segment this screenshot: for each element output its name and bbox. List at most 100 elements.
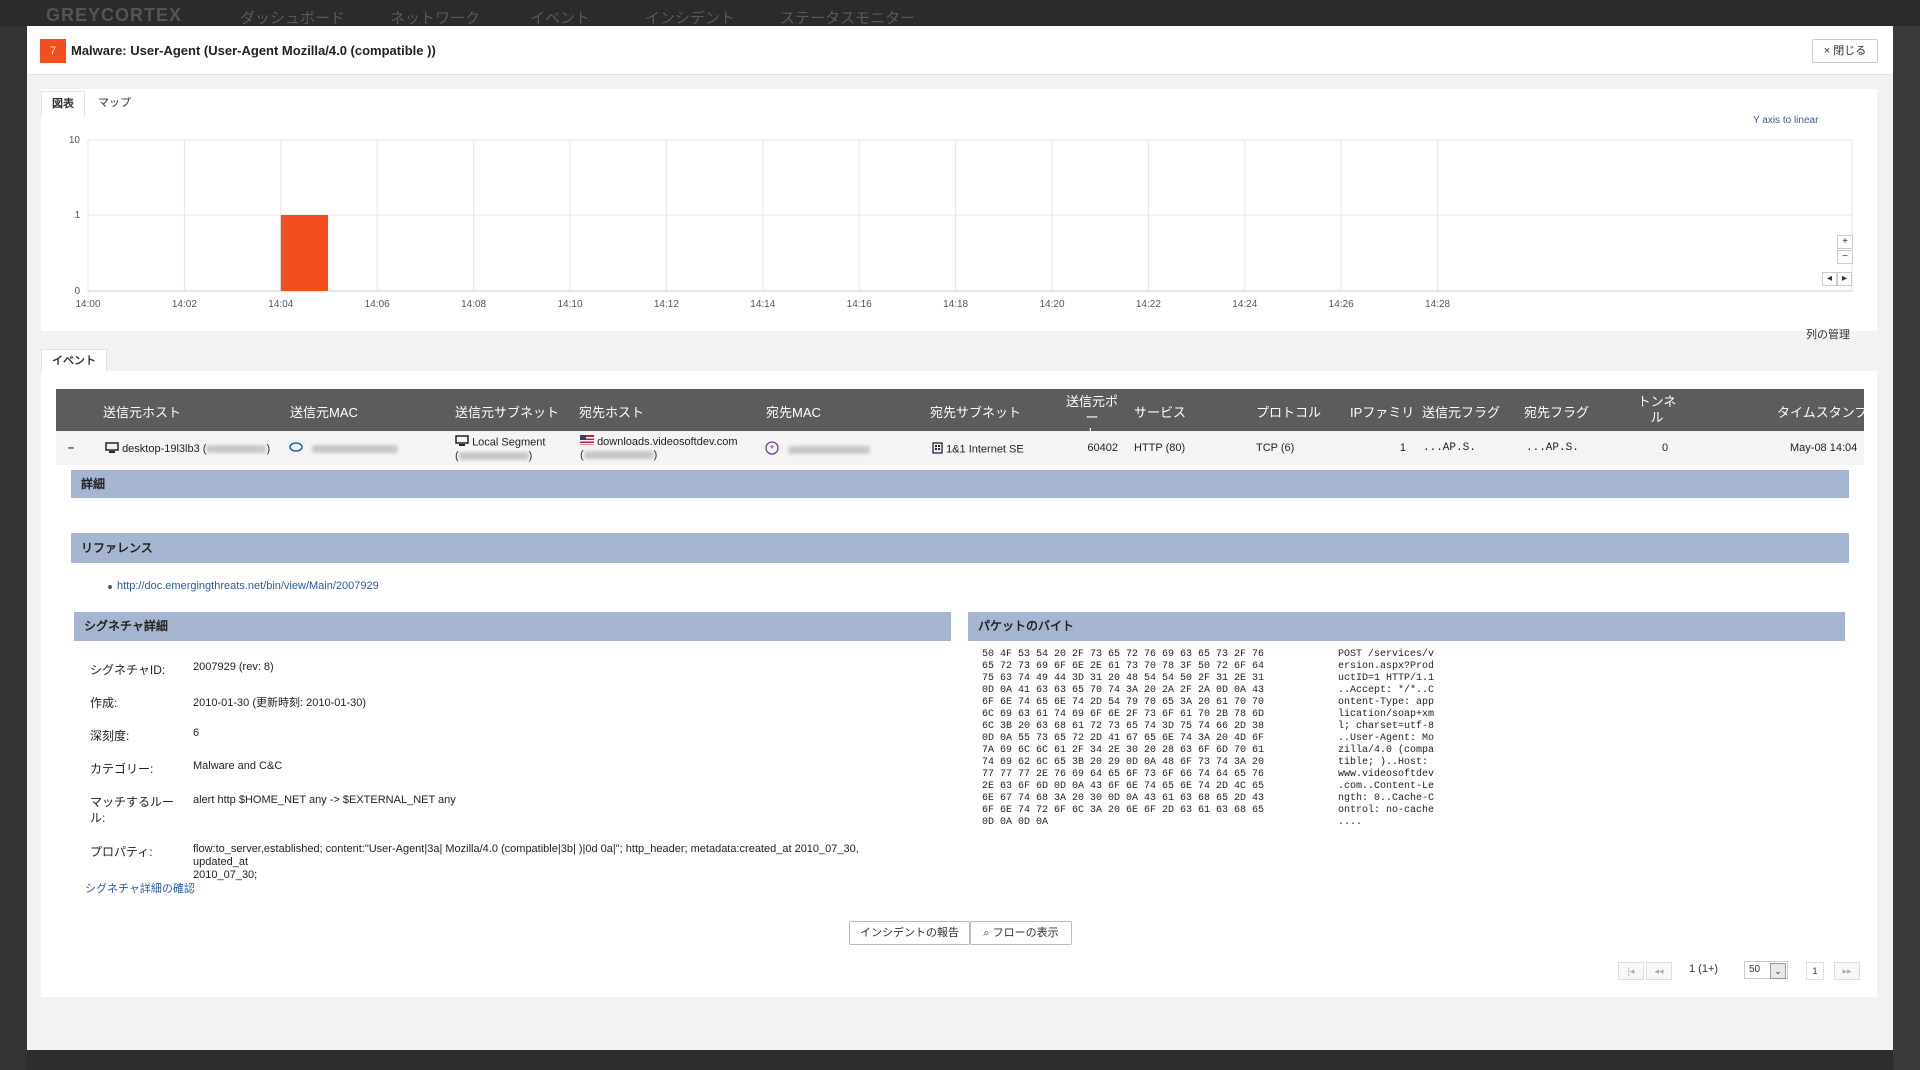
column-manager-link[interactable]: 列の管理 (1806, 326, 1850, 342)
col-timestamp[interactable]: タイムスタンプ (1777, 402, 1867, 421)
src-host-cell[interactable]: desktop-19l3lb3 () (105, 442, 270, 456)
pan-right-button[interactable]: ▸ (1837, 272, 1852, 286)
x-tick-label: 14:18 (943, 299, 968, 310)
events-table-header: 送信元ホスト 送信元MAC 送信元サブネット 宛先ホスト 宛先MAC 宛先サブネ… (56, 389, 1867, 441)
chart-bar (280, 215, 328, 291)
properties-label: プロパティ: (90, 845, 153, 859)
src-mac-cell[interactable] (289, 442, 399, 455)
y-tick-label: 0 (74, 286, 80, 297)
dst-subnet-cell[interactable]: 1&1 Internet SE (932, 442, 1024, 457)
show-flows-button[interactable]: ⌕ フローの表示 (970, 921, 1072, 945)
category-label: カテゴリー: (90, 762, 154, 776)
redacted-mac (312, 444, 399, 453)
event-row[interactable]: – desktop-19l3lb3 () Local Segment () do… (56, 431, 1864, 465)
vendor-asterisk-icon: * (765, 441, 779, 458)
y-axis-toggle-link[interactable]: Y axis to linear (1753, 115, 1818, 126)
chart-svg: 101014:00 14:02 14:04 14:06 14:08 14:10 14:12 1… (69, 135, 1853, 310)
references-section-header: リファレンス (71, 533, 1849, 563)
packet-hex-dump: 50 4F 53 54 20 2F 73 65 72 76 69 63 65 7… (982, 649, 1265, 828)
nav-events: イベント (530, 10, 591, 27)
modal-title: Malware: User-Agent (User-Agent Mozilla/… (71, 43, 436, 58)
col-dst-host[interactable]: 宛先ホスト (579, 402, 644, 421)
packet-ascii-dump: POST /services/v ersion.aspx?Prod uctID=… (1338, 649, 1435, 828)
col-tunnel[interactable]: トンネル (1632, 394, 1682, 426)
src-flags-cell: ...AP.S. (1423, 442, 1476, 454)
matching-rule-label: マッチするルー ル: (90, 795, 175, 825)
tab-chart[interactable]: 図表 (41, 91, 85, 116)
x-tick-label: 14:00 (75, 299, 100, 310)
col-service[interactable]: サービス (1134, 402, 1186, 421)
tunnel-cell: 0 (1662, 442, 1669, 454)
col-src-mac[interactable]: 送信元MAC (290, 402, 358, 421)
intel-vendor-icon (289, 442, 303, 455)
src-port-cell: 60402 (1087, 442, 1118, 454)
protocol-cell: TCP (6) (1256, 442, 1295, 454)
computer-icon (105, 442, 119, 456)
service-cell: HTTP (80) (1134, 442, 1186, 454)
nav-status-monitor: ステータスモニター (780, 10, 916, 27)
background-navbar: GREYCORTEX ダッシュボード ネットワーク イベント インシデント ステ… (0, 0, 1920, 27)
col-protocol[interactable]: プロトコル (1256, 402, 1321, 421)
collapse-toggle[interactable]: – (68, 442, 74, 454)
severity-value: 6 (193, 727, 200, 739)
x-tick-label: 14:22 (1136, 299, 1161, 310)
app-logo: GREYCORTEX (46, 5, 183, 25)
next-page-button[interactable]: ▸▸ (1834, 962, 1860, 980)
x-tick-label: 14:02 (172, 299, 197, 310)
report-incident-button[interactable]: インシデントの報告 (849, 921, 970, 945)
col-dst-mac[interactable]: 宛先MAC (766, 402, 821, 421)
segment-icon (455, 435, 469, 450)
x-tick-label: 14:24 (1232, 299, 1257, 310)
x-tick-label: 14:26 (1329, 299, 1354, 310)
nav-incidents: インシデント (645, 10, 736, 27)
y-tick-label: 1 (74, 210, 80, 221)
pagination-info: 1 (1+) (1689, 963, 1719, 975)
zoom-out-button[interactable]: − (1837, 250, 1853, 264)
y-tick-label: 10 (69, 135, 81, 146)
tab-map[interactable]: マップ (88, 91, 141, 115)
x-tick-label: 14:16 (847, 299, 872, 310)
details-section-header[interactable]: 詳細 (71, 470, 1849, 498)
page-number-input[interactable]: 1 (1806, 962, 1824, 980)
dst-mac-cell[interactable]: * (765, 441, 871, 458)
ip-family-cell: 1 (1399, 442, 1406, 454)
redacted-subnet (458, 452, 529, 461)
timestamp-cell: May-08 14:04 (1790, 442, 1858, 454)
severity-badge: 7 (40, 39, 66, 63)
properties-value: flow:to_server,established; content:"Use… (193, 843, 859, 881)
col-src-flags[interactable]: 送信元フラグ (1422, 402, 1500, 421)
close-button[interactable]: × 閉じる (1812, 39, 1878, 63)
col-dst-flags[interactable]: 宛先フラグ (1524, 402, 1589, 421)
x-tick-label: 14:08 (461, 299, 486, 310)
first-page-button[interactable]: |◂ (1618, 962, 1644, 980)
background-footer (27, 1050, 1893, 1070)
src-subnet-cell[interactable]: Local Segment () (455, 435, 545, 463)
col-src-subnet[interactable]: 送信元サブネット (455, 402, 559, 421)
chevron-down-icon: ⌄ (1770, 963, 1786, 979)
signature-id-value: 2007929 (rev: 8) (193, 661, 274, 673)
dst-flags-cell: ...AP.S. (1526, 442, 1579, 454)
category-value: Malware and C&C (193, 760, 283, 772)
col-ip-family[interactable]: IPファミリ (1350, 402, 1414, 421)
us-flag-icon (580, 435, 594, 449)
signature-details-link[interactable]: シグネチャ詳細の確認 (85, 880, 195, 896)
redacted-dst-ip (583, 451, 654, 460)
x-tick-label: 14:04 (268, 299, 293, 310)
reference-link[interactable]: http://doc.emergingthreats.net/bin/view/… (117, 580, 379, 592)
redacted-dst-mac (788, 445, 871, 454)
severity-label: 深刻度: (90, 729, 130, 743)
pan-left-button[interactable]: ◂ (1822, 272, 1837, 286)
x-tick-label: 14:10 (557, 299, 582, 310)
tab-events[interactable]: イベント (41, 349, 107, 372)
zoom-in-button[interactable]: + (1837, 235, 1853, 249)
col-src-host[interactable]: 送信元ホスト (103, 402, 181, 421)
created-label: 作成: (90, 696, 118, 710)
signature-id-label: シグネチャID: (90, 663, 166, 677)
page-size-select[interactable]: 50 ⌄ (1744, 961, 1788, 979)
dst-host-cell[interactable]: downloads.videosoftdev.com () (580, 435, 738, 462)
col-dst-subnet[interactable]: 宛先サブネット (930, 402, 1021, 421)
x-tick-label: 14:12 (654, 299, 679, 310)
redacted-ip (206, 445, 267, 453)
building-icon (932, 442, 943, 457)
prev-page-button[interactable]: ◂◂ (1646, 962, 1672, 980)
